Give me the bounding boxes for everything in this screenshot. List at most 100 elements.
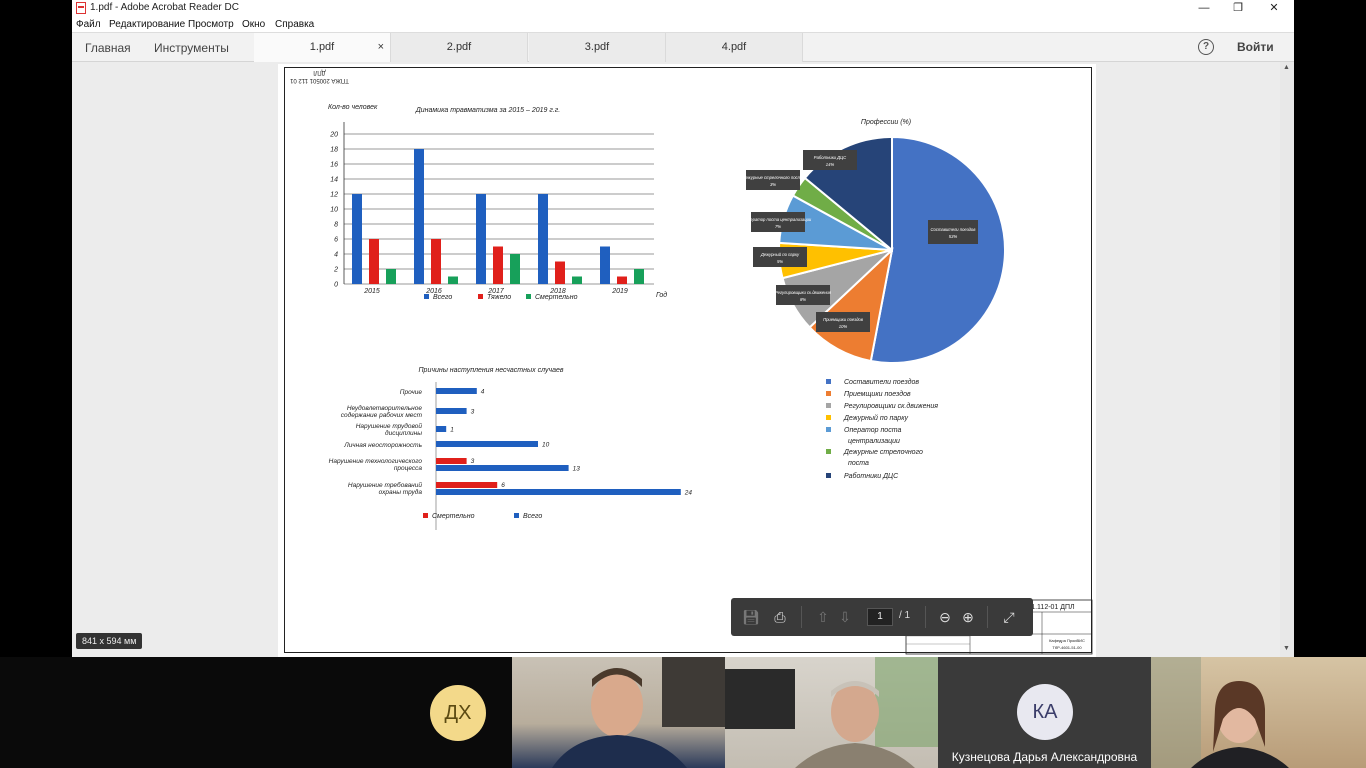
legend-swatch bbox=[423, 513, 428, 518]
pie-label-pct: 7% bbox=[775, 224, 781, 229]
video-tile-5[interactable] bbox=[1151, 657, 1366, 768]
tab-doc-4[interactable]: 4.pdf bbox=[666, 33, 803, 62]
video-tile-1[interactable]: ДХ bbox=[0, 657, 512, 768]
tab-doc-1-label: 1.pdf bbox=[309, 41, 335, 53]
cause-label: Личная неосторожность bbox=[343, 442, 422, 449]
bar-value: 6 bbox=[501, 482, 505, 489]
x-tick-label: 2015 bbox=[363, 288, 380, 295]
title-block-org: Кафедра ПроиВИС bbox=[1049, 638, 1085, 643]
tab-doc-1[interactable]: 1.pdf × bbox=[254, 33, 391, 62]
pie-label-name: Работники ДЦС bbox=[814, 155, 847, 160]
menu-view[interactable]: Просмотр bbox=[188, 19, 234, 30]
pie-legend-label: Дежурный по парку bbox=[843, 414, 909, 422]
menu-help[interactable]: Справка bbox=[275, 19, 314, 30]
pie-legend-label: Оператор поста bbox=[844, 427, 901, 434]
participant-name: Кузнецова Дарья Александровна bbox=[951, 750, 1138, 764]
y-tick-label: 20 bbox=[329, 132, 338, 139]
bar-value: 3 bbox=[471, 409, 475, 416]
pie-label-box bbox=[928, 220, 978, 244]
prev-page-icon[interactable]: ⇧ bbox=[813, 607, 833, 627]
bar-value: 3 bbox=[471, 458, 475, 465]
menu-file[interactable]: Файл bbox=[76, 19, 101, 30]
pie-label-pct: 5% bbox=[777, 259, 783, 264]
scroll-up-icon[interactable]: ▲ bbox=[1283, 64, 1290, 71]
menu-edit[interactable]: Редактирование bbox=[109, 19, 185, 30]
video-tile-4[interactable]: КА Кузнецова Дарья Александровна bbox=[938, 657, 1151, 768]
pie-legend-swatch bbox=[826, 427, 831, 432]
chart2-title: Профессии (%) bbox=[861, 119, 911, 126]
next-page-icon[interactable]: ⇩ bbox=[835, 607, 855, 627]
pdf-app-icon bbox=[76, 2, 86, 14]
minimize-button[interactable]: — bbox=[1186, 0, 1222, 16]
tab-tools[interactable]: Инструменты bbox=[154, 41, 229, 55]
pie-legend-swatch bbox=[826, 473, 831, 478]
bar-Тяжело-2019 bbox=[617, 276, 627, 284]
pie-legend-label: Приемщики поездов bbox=[844, 390, 911, 398]
toolbar-separator bbox=[987, 606, 988, 628]
print-icon[interactable]: ⎙ bbox=[770, 607, 790, 627]
tab-home[interactable]: Главная bbox=[85, 41, 131, 55]
login-button[interactable]: Войти bbox=[1237, 40, 1274, 54]
scroll-down-icon[interactable]: ▼ bbox=[1283, 645, 1290, 652]
toolbar-separator bbox=[925, 606, 926, 628]
causes-chart: Причины наступления несчастных случаев 4… bbox=[329, 367, 693, 530]
bar-total bbox=[436, 441, 538, 447]
bar-Всего-2018 bbox=[538, 194, 548, 284]
video-tile-2[interactable] bbox=[512, 657, 725, 768]
cause-label: Нарушение трудовой bbox=[356, 422, 423, 430]
close-tab-icon[interactable]: × bbox=[378, 33, 384, 62]
legend-swatch bbox=[424, 294, 429, 299]
cause-label: Неудовлетворительное bbox=[347, 404, 423, 412]
bar-total bbox=[436, 465, 569, 471]
legend-label: Смертельно bbox=[432, 513, 475, 520]
pie-label-box bbox=[751, 212, 805, 232]
pie-legend-label: Составители поездов bbox=[844, 378, 919, 386]
zoom-out-icon[interactable]: ⊖ bbox=[935, 607, 955, 627]
bar-total bbox=[436, 489, 681, 495]
bar-value: 24 bbox=[684, 490, 693, 497]
bar-value: 4 bbox=[481, 389, 485, 396]
pie-label-box bbox=[746, 170, 800, 190]
legend-swatch bbox=[478, 294, 483, 299]
video-tile-3[interactable] bbox=[725, 657, 938, 768]
close-window-button[interactable]: ✕ bbox=[1256, 0, 1292, 16]
pie-label-box bbox=[816, 312, 870, 332]
zoom-in-icon[interactable]: ⊕ bbox=[958, 607, 978, 627]
bar-Всего-2015 bbox=[352, 194, 362, 284]
cause-label: Нарушение технологического bbox=[329, 458, 423, 465]
chart1-title: Динамика травматизма за 2015 – 2019 г.г. bbox=[415, 107, 560, 114]
cause-label: процесса bbox=[394, 465, 423, 472]
cause-label: Прочие bbox=[400, 389, 423, 396]
document-area[interactable]: ТПЖА 200501 112 01 ДПЛ Динамика травмати… bbox=[72, 62, 1294, 657]
title-bar: 1.pdf - Adobe Acrobat Reader DC — ❐ ✕ bbox=[72, 0, 1294, 16]
charts-svg: Динамика травматизма за 2015 – 2019 г.г.… bbox=[328, 104, 1093, 655]
bar-total bbox=[436, 426, 447, 432]
tab-doc-2[interactable]: 2.pdf bbox=[391, 33, 528, 62]
menu-bar: Файл Редактирование Просмотр Окно Справк… bbox=[72, 16, 1294, 33]
restore-button[interactable]: ❐ bbox=[1220, 0, 1256, 16]
y-tick-label: 14 bbox=[330, 177, 338, 184]
cause-label: дисциплины bbox=[385, 429, 422, 437]
x-tick-label: 2019 bbox=[611, 288, 628, 295]
legend-label: Всего bbox=[523, 513, 542, 520]
y-tick-label: 10 bbox=[330, 207, 338, 214]
participant-video-3 bbox=[725, 657, 938, 768]
window-title: 1.pdf - Adobe Acrobat Reader DC bbox=[90, 2, 239, 13]
help-icon[interactable]: ? bbox=[1198, 39, 1214, 55]
pdf-page: ТПЖА 200501 112 01 ДПЛ Динамика травмати… bbox=[278, 64, 1096, 657]
cause-label: Нарушение требований bbox=[348, 481, 422, 489]
save-icon[interactable]: 💾︎ bbox=[741, 607, 761, 627]
menu-window[interactable]: Окно bbox=[242, 19, 265, 30]
pie-label-name: Приемщики поездов bbox=[823, 317, 864, 322]
floating-toolbar: 💾︎ ⎙ ⇧ ⇩ 1 / 1 ⊖ ⊕ ⤢ bbox=[731, 598, 1033, 636]
injury-dynamics-chart: Динамика травматизма за 2015 – 2019 г.г.… bbox=[328, 104, 667, 301]
vertical-scrollbar[interactable]: ▲ ▼ bbox=[1280, 62, 1294, 657]
tab-doc-3[interactable]: 3.pdf bbox=[529, 33, 666, 62]
y-tick-label: 4 bbox=[334, 252, 338, 259]
page-size-badge: 841 x 594 мм bbox=[76, 633, 143, 649]
page-number-input[interactable]: 1 bbox=[867, 608, 893, 626]
fit-page-icon[interactable]: ⤢ bbox=[999, 607, 1019, 627]
tab-bar: Главная Инструменты 1.pdf × 2.pdf 3.pdf … bbox=[72, 33, 1294, 62]
bar-fatal bbox=[436, 458, 467, 464]
avatar-dh: ДХ bbox=[430, 685, 486, 741]
